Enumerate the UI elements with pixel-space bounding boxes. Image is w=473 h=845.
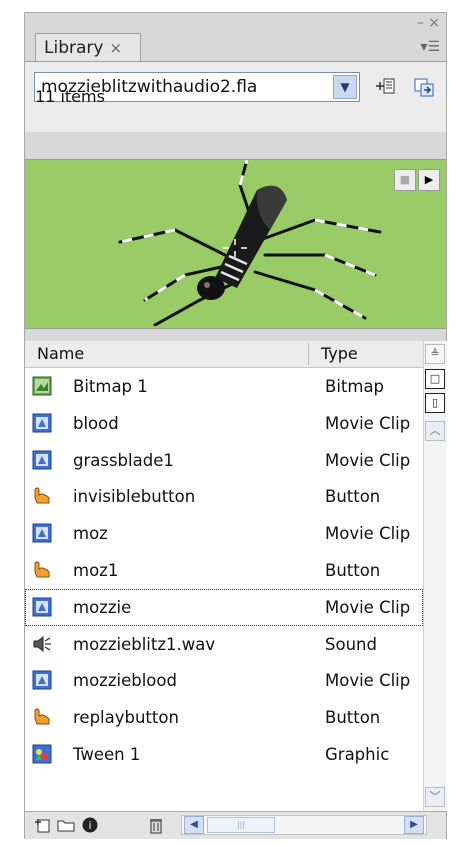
tab-library[interactable]: Library × [35, 33, 141, 62]
chevron-down-icon[interactable]: ▼ [333, 75, 357, 99]
item-name: moz [73, 524, 108, 544]
pin-library-icon[interactable] [375, 76, 397, 98]
item-name: invisiblebutton [73, 487, 196, 507]
item-name: moz1 [73, 560, 119, 580]
properties-icon[interactable]: i [81, 816, 99, 834]
list-item[interactable]: Bitmap 1 Bitmap [25, 368, 423, 405]
movie-clip-icon [32, 450, 52, 470]
item-type: Movie Clip [325, 450, 411, 470]
tab-library-label: Library [44, 38, 104, 58]
list-item-selected[interactable]: mozzie Movie Clip [25, 588, 423, 626]
list-item[interactable]: invisiblebutton Button [25, 478, 423, 515]
movie-clip-icon [32, 413, 52, 433]
button-symbol-icon [34, 487, 50, 504]
item-name: mozzieblood [73, 671, 177, 691]
item-name: replaybutton [73, 708, 179, 728]
tab-close-icon[interactable]: × [109, 39, 122, 57]
library-bottom-toolbar: i ◀ ||| ▶ [25, 811, 446, 839]
item-name: grassblade1 [73, 450, 174, 470]
list-item[interactable]: replaybutton Button [25, 699, 423, 736]
button-symbol-icon [34, 561, 50, 578]
column-name-header[interactable]: Name [37, 344, 84, 363]
vertical-scrollbar[interactable]: ≜ □ ▯ ︿ ﹀ [423, 341, 447, 811]
movie-clip-icon [32, 670, 52, 690]
button-symbol-icon [34, 708, 50, 725]
library-item-list: Bitmap 1 Bitmap blood Movie Clip grassbl… [25, 368, 423, 811]
scroll-down-icon[interactable]: ﹀ [425, 787, 445, 807]
item-name: blood [73, 413, 119, 433]
item-type: Movie Clip [325, 671, 411, 691]
sort-order-icon[interactable]: ≜ [425, 344, 445, 364]
item-name: mozzie [73, 597, 132, 617]
list-item[interactable]: blood Movie Clip [25, 405, 423, 442]
item-type: Movie Clip [325, 597, 411, 617]
horizontal-scrollbar[interactable]: ◀ ||| ▶ [181, 815, 427, 835]
scroll-up-icon[interactable]: ︿ [425, 421, 445, 441]
list-item[interactable]: mozzieblitz1.wav Sound [25, 626, 423, 663]
column-type-header[interactable]: Type [321, 344, 358, 363]
movie-clip-icon [32, 523, 52, 543]
library-panel: Library × – × ▾☰ mozzieblitzwithaudio2.fl… [24, 12, 447, 839]
list-item[interactable]: grassblade1 Movie Clip [25, 442, 423, 479]
item-type: Button [325, 487, 381, 507]
scroll-right-icon[interactable]: ▶ [404, 816, 424, 834]
item-type: Button [325, 708, 381, 728]
item-name: mozzieblitz1.wav [73, 634, 216, 654]
list-item[interactable]: moz1 Button [25, 552, 423, 589]
symbol-preview: ■ ▶ [25, 158, 446, 329]
list-item[interactable]: moz Movie Clip [25, 515, 423, 552]
new-folder-icon[interactable] [57, 816, 75, 834]
new-library-panel-icon[interactable] [413, 76, 435, 98]
preview-controls: ■ ▶ [392, 168, 440, 191]
item-type: Movie Clip [325, 413, 411, 433]
bitmap-icon [32, 376, 52, 396]
delete-icon[interactable] [147, 816, 165, 834]
item-type: Movie Clip [325, 524, 411, 544]
item-type: Graphic [325, 744, 390, 764]
list-item[interactable]: mozzieblood Movie Clip [25, 662, 423, 699]
stop-icon[interactable]: ■ [394, 169, 416, 191]
column-header: Name Type [25, 341, 423, 368]
column-divider[interactable] [308, 343, 309, 365]
mosquito-preview-image [118, 158, 382, 327]
item-name: Bitmap 1 [73, 377, 148, 396]
play-icon[interactable]: ▶ [418, 169, 440, 191]
item-type: Button [325, 560, 381, 580]
movie-clip-icon [32, 597, 52, 617]
wide-state-icon[interactable]: □ [425, 369, 445, 389]
scroll-left-icon[interactable]: ◀ [184, 816, 204, 834]
narrow-state-icon[interactable]: ▯ [425, 393, 445, 413]
sound-icon [33, 635, 51, 652]
item-count: 11 items [35, 87, 105, 106]
svg-text:i: i [88, 819, 91, 832]
new-symbol-icon[interactable] [33, 816, 51, 834]
scroll-thumb[interactable]: ||| [207, 817, 275, 833]
item-type: Sound [325, 634, 377, 654]
item-type: Bitmap [325, 377, 385, 396]
window-controls[interactable]: – × [417, 15, 440, 31]
panel-menu-icon[interactable]: ▾☰ [420, 39, 440, 55]
panel-tabstrip: Library × – × ▾☰ [25, 13, 446, 62]
list-item[interactable]: Tween 1 Graphic [25, 736, 423, 773]
graphic-icon [32, 744, 52, 764]
item-name: Tween 1 [73, 744, 141, 764]
